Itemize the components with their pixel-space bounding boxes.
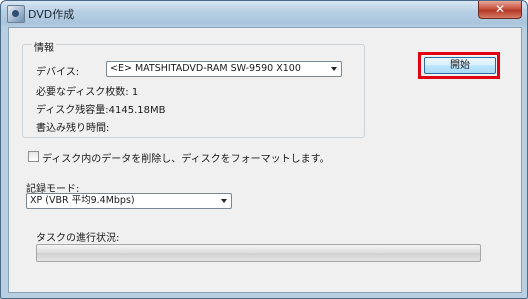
remaining-capacity-text: ディスク残容量:4145.18MB xyxy=(36,105,166,116)
chevron-down-icon xyxy=(221,199,227,203)
device-select[interactable]: <E> MATSHITADVD-RAM SW-9590 X100 xyxy=(106,61,342,77)
format-disc-checkbox[interactable] xyxy=(28,151,39,162)
title-bar[interactable]: DVD作成 ✕ xyxy=(1,1,527,27)
device-select-value: <E> MATSHITADVD-RAM SW-9590 X100 xyxy=(110,63,301,74)
info-group-title: 情報 xyxy=(32,39,56,54)
start-button[interactable]: 開始 xyxy=(424,57,496,74)
dvd-app-icon xyxy=(7,5,25,23)
chevron-down-icon xyxy=(331,67,337,71)
close-button[interactable]: ✕ xyxy=(478,1,522,19)
format-disc-checkbox-label[interactable]: ディスク内のデータを削除し、ディスクをフォーマットします。 xyxy=(42,150,330,165)
discs-needed-text: 必要なディスク枚数: 1 xyxy=(36,87,139,98)
task-progress-label: タスクの進行状況: xyxy=(36,233,120,244)
device-label: デバイス: xyxy=(36,67,80,78)
record-mode-select[interactable]: XP (VBR 平均9.4Mbps) xyxy=(26,193,232,209)
record-mode-select-value: XP (VBR 平均9.4Mbps) xyxy=(30,195,135,206)
window-title: DVD作成 xyxy=(28,8,75,21)
task-progress-bar xyxy=(36,244,481,262)
close-icon: ✕ xyxy=(494,2,506,16)
write-time-remaining-text: 書込み残り時間: xyxy=(36,123,110,134)
